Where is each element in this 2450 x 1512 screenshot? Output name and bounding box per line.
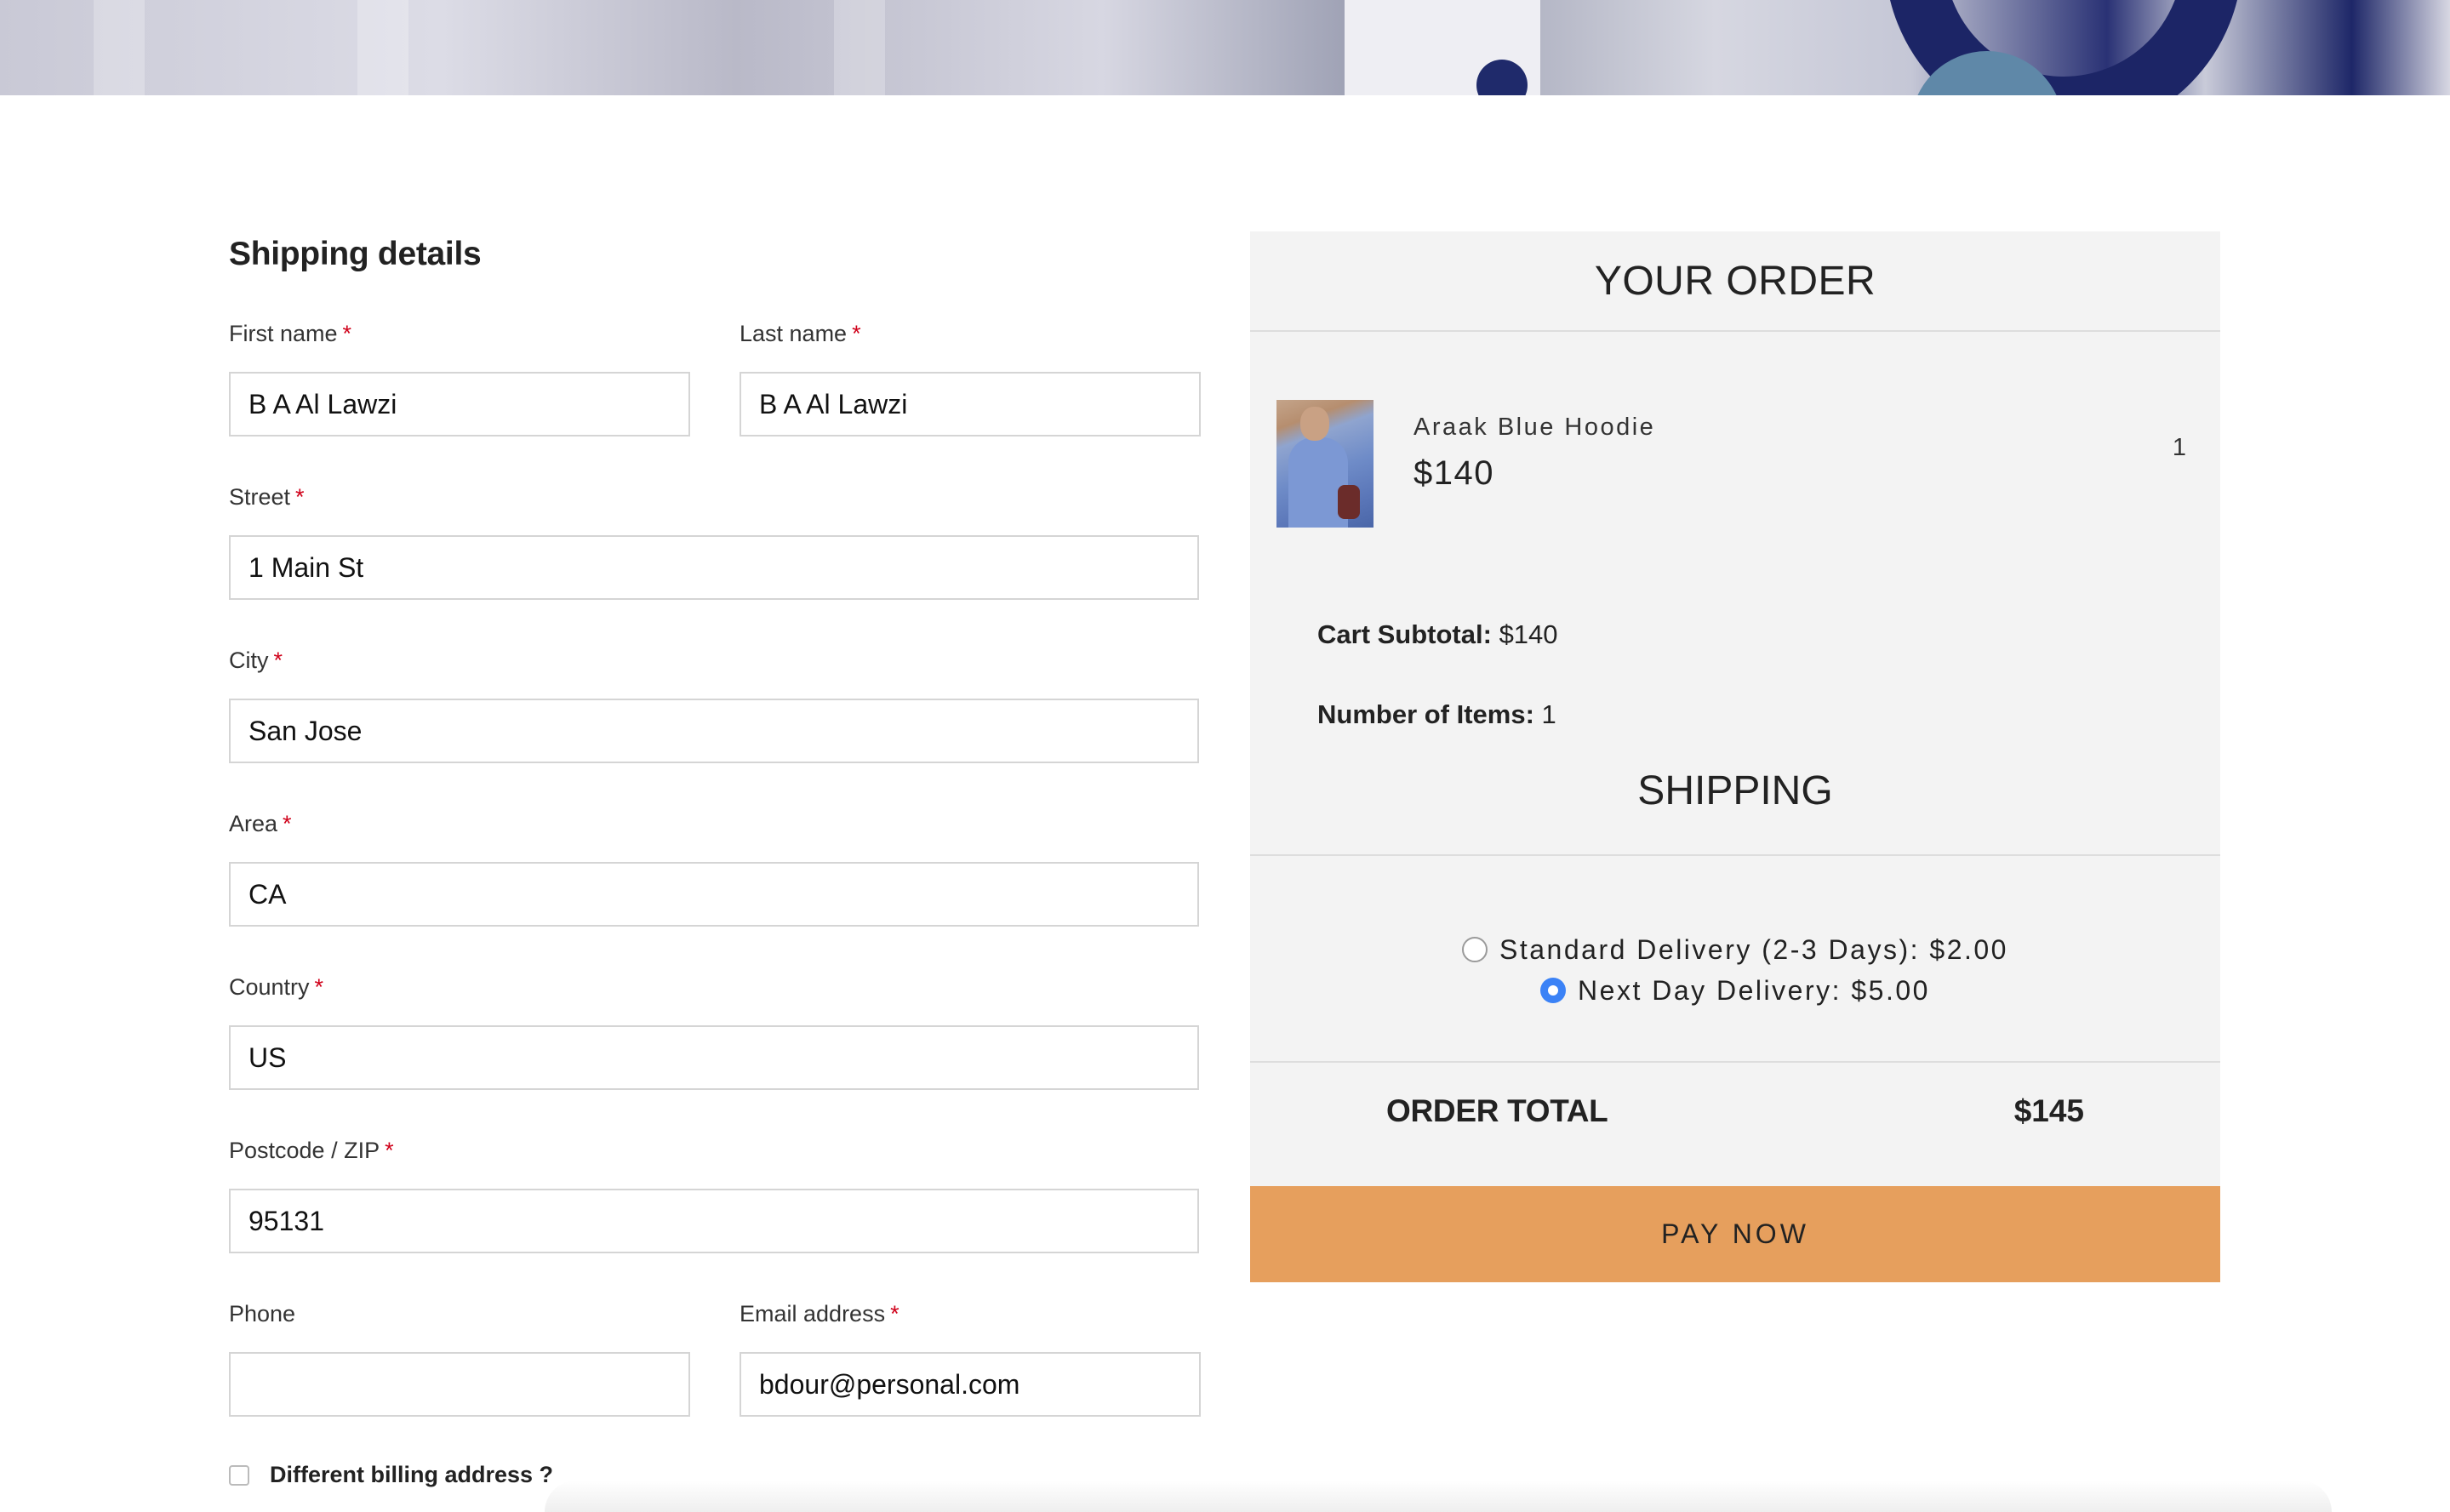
required-mark: * [273, 648, 283, 673]
required-mark: * [852, 321, 861, 346]
order-summary-panel: YOUR ORDER Araak Blue Hoodie $140 1 Cart… [1250, 231, 2220, 1282]
billing-address-toggle[interactable]: Different billing address ? [229, 1462, 553, 1488]
first-name-field[interactable] [229, 372, 690, 436]
required-mark: * [342, 321, 352, 346]
street-label-text: Street [229, 484, 291, 510]
city-label-text: City [229, 648, 269, 673]
product-thumbnail [1276, 400, 1373, 528]
cart-subtotal-label: Cart Subtotal: [1317, 619, 1492, 649]
phone-label-text: Phone [229, 1301, 296, 1327]
bottom-overlay-shadow [545, 1481, 2332, 1512]
cart-subtotal: Cart Subtotal: $140 [1317, 619, 1558, 650]
postcode-label: Postcode / ZIP * [229, 1138, 394, 1164]
order-total-label: ORDER TOTAL [1386, 1093, 1608, 1128]
product-quantity: 1 [2172, 434, 2186, 461]
area-label: Area * [229, 811, 292, 837]
order-total-value: $145 [2013, 1093, 2084, 1128]
phone-field[interactable] [229, 1352, 690, 1417]
last-name-label-text: Last name [740, 321, 848, 346]
thumbnail-bag-shape [1338, 485, 1360, 519]
required-mark: * [385, 1138, 394, 1163]
required-mark: * [314, 974, 324, 1000]
last-name-field[interactable] [740, 372, 1201, 436]
street-label: Street * [229, 484, 305, 511]
shipping-options: Standard Delivery (2-3 Days): $2.00 Next… [1250, 929, 2220, 1011]
shipping-title: SHIPPING [1637, 768, 1833, 813]
area-label-text: Area [229, 811, 278, 836]
email-label: Email address * [740, 1301, 899, 1327]
required-mark: * [295, 484, 305, 510]
billing-address-label[interactable]: Different billing address ? [270, 1462, 553, 1488]
email-label-text: Email address [740, 1301, 886, 1327]
pay-now-button[interactable]: PAY NOW [1250, 1186, 2220, 1282]
number-of-items-label: Number of Items: [1317, 699, 1534, 729]
first-name-label: First name * [229, 321, 351, 347]
street-field[interactable] [229, 535, 1199, 600]
required-mark: * [283, 811, 292, 836]
country-label: Country * [229, 974, 323, 1001]
phone-label: Phone [229, 1301, 295, 1327]
first-name-label-text: First name [229, 321, 338, 346]
shipping-next-day-radio[interactable] [1540, 978, 1567, 1003]
country-field[interactable] [229, 1025, 1199, 1090]
divider [1250, 330, 2220, 332]
divider [1250, 854, 2220, 856]
shipping-standard-label[interactable]: Standard Delivery (2-3 Days): $2.00 [1499, 934, 2008, 966]
city-field[interactable] [229, 699, 1199, 763]
postcode-field[interactable] [229, 1189, 1199, 1253]
billing-address-checkbox[interactable] [229, 1464, 249, 1486]
city-label: City * [229, 648, 283, 674]
number-of-items: Number of Items: 1 [1317, 699, 1556, 730]
country-label-text: Country [229, 974, 310, 1000]
product-name: Araak Blue Hoodie [1413, 414, 1656, 441]
thumbnail-head-shape [1300, 407, 1329, 441]
fabric-fold [357, 0, 408, 95]
your-order-title: YOUR ORDER [1594, 258, 1876, 304]
hero-banner-image [0, 0, 2450, 95]
shipping-details-title: Shipping details [229, 236, 482, 272]
last-name-label: Last name * [740, 321, 861, 347]
shipping-option-standard[interactable]: Standard Delivery (2-3 Days): $2.00 [1462, 929, 2008, 970]
cart-subtotal-value: $140 [1499, 619, 1558, 649]
shipping-standard-radio[interactable] [1462, 937, 1488, 962]
postcode-label-text: Postcode / ZIP [229, 1138, 380, 1163]
order-total-row: ORDER TOTAL $145 [1250, 1061, 2220, 1161]
shipping-next-day-label[interactable]: Next Day Delivery: $5.00 [1578, 975, 1930, 1007]
area-field[interactable] [229, 862, 1199, 927]
email-field[interactable] [740, 1352, 1201, 1417]
number-of-items-value: 1 [1541, 699, 1556, 729]
fabric-fold [94, 0, 145, 95]
shipping-option-next-day[interactable]: Next Day Delivery: $5.00 [1540, 970, 1930, 1011]
required-mark: * [890, 1301, 899, 1327]
product-price: $140 [1413, 454, 1494, 492]
fabric-fold [834, 0, 885, 95]
